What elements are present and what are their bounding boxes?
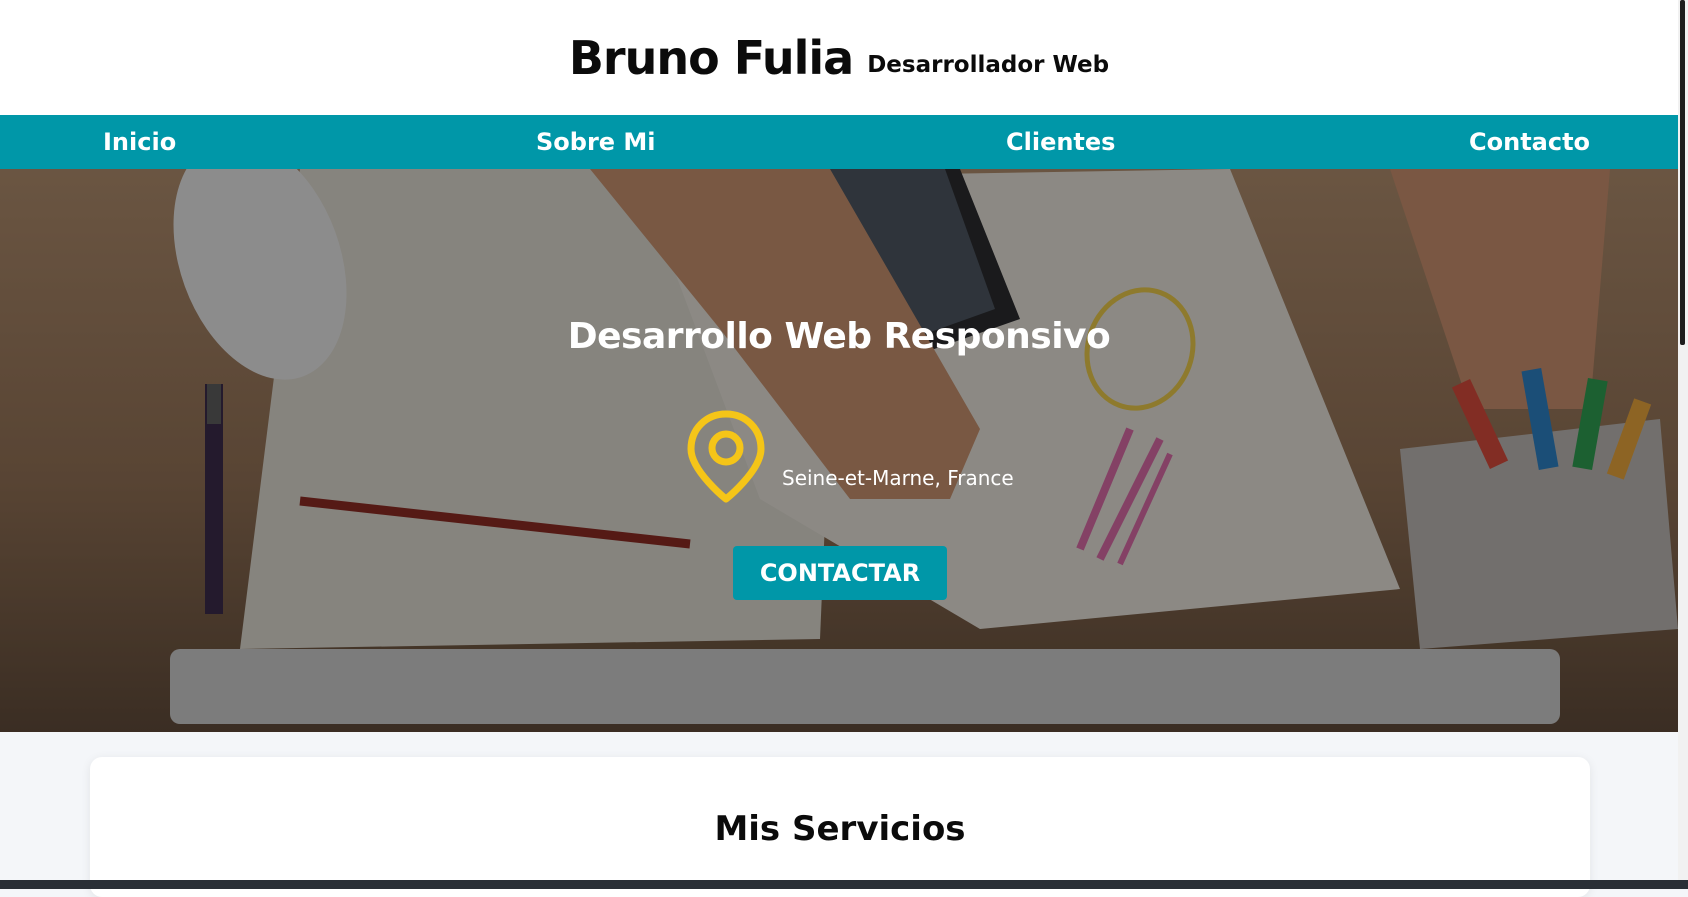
main-navbar: Inicio Sobre Mi Clientes Contacto [0, 115, 1678, 169]
location-pin-icon [687, 410, 765, 503]
window-bottom-edge [0, 880, 1688, 889]
services-title: Mis Servicios [714, 809, 966, 849]
contactar-button[interactable]: CONTACTAR [733, 546, 947, 600]
nav-link-clientes[interactable]: Clientes [1006, 115, 1115, 169]
hero-overlay [0, 169, 1678, 732]
hero-title: Desarrollo Web Responsivo [567, 316, 1111, 357]
scrollbar-thumb[interactable] [1680, 0, 1685, 345]
nav-link-inicio[interactable]: Inicio [103, 115, 176, 169]
site-name: Bruno Fulia [568, 30, 854, 85]
location-text: Seine-et-Marne, France [782, 466, 1014, 490]
site-header: Bruno Fulia Desarrollador Web [0, 0, 1678, 115]
hero-section: Desarrollo Web Responsivo Seine-et-Marne… [0, 169, 1678, 732]
nav-link-sobre-mi[interactable]: Sobre Mi [536, 115, 656, 169]
site-tagline: Desarrollador Web [867, 51, 1110, 78]
services-card: Mis Servicios [90, 757, 1590, 897]
nav-link-contacto[interactable]: Contacto [1469, 115, 1590, 169]
